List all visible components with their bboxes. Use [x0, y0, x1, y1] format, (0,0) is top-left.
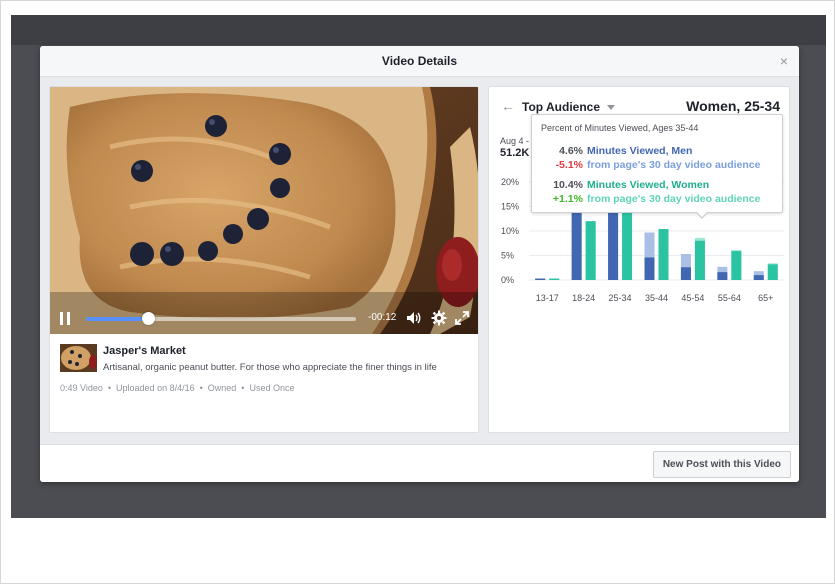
- x-tick-label: 13-17: [536, 293, 559, 303]
- pause-icon[interactable]: [60, 312, 72, 326]
- bar-women-65+: [767, 264, 778, 280]
- bar-men-45-54: [680, 267, 691, 280]
- video-details-modal: Video Details × -00:12 Jasper's Market A…: [40, 46, 799, 482]
- ownership-status: Owned: [207, 383, 237, 393]
- video-thumbnail[interactable]: [60, 344, 97, 372]
- men-percent: 4.6%: [559, 145, 583, 157]
- bar-men-55-64: [717, 272, 728, 280]
- men-diff: -5.1%: [555, 159, 583, 171]
- bar-women-55-64: [731, 251, 742, 280]
- x-tick-label: 35-44: [645, 293, 668, 303]
- bar-women-18-24: [585, 221, 596, 280]
- x-tick-label: 25-34: [609, 293, 632, 303]
- x-tick-label: 65+: [758, 293, 773, 303]
- video-duration: 0:49 Video: [60, 383, 103, 393]
- volume-icon[interactable]: [406, 310, 422, 326]
- chart-tooltip: Percent of Minutes Viewed, Ages 35-44 4.…: [531, 114, 783, 219]
- tooltip-men-row: 4.6% Minutes Viewed, Men: [541, 145, 692, 157]
- x-tick-label: 55-64: [718, 293, 741, 303]
- tooltip-pointer: [696, 212, 708, 219]
- audience-card: ← Top Audience Women, 25-34 Aug 4 - 51.2…: [488, 86, 790, 433]
- bar-women-45-54: [694, 240, 705, 280]
- men-diff-label: from page's 30 day video audience: [587, 159, 761, 171]
- modal-footer: New Post with this Video: [40, 444, 799, 482]
- video-scrub-handle[interactable]: [142, 312, 156, 325]
- tooltip-heading: Percent of Minutes Viewed, Ages 35-44: [541, 123, 699, 133]
- video-progress-bar[interactable]: [86, 312, 356, 325]
- page-name-link[interactable]: Jasper's Market: [103, 345, 186, 357]
- bar-men-65+: [753, 275, 764, 280]
- women-label: Minutes Viewed, Women: [587, 179, 710, 191]
- video-card: -00:12 Jasper's Market Artisanal, organi…: [49, 86, 479, 433]
- video-description: Artisanal, organic peanut butter. For th…: [103, 362, 437, 373]
- usage-count: Used Once: [249, 383, 295, 393]
- upload-date: Uploaded on 8/4/16: [116, 383, 195, 393]
- men-label: Minutes Viewed, Men: [587, 145, 693, 157]
- new-post-with-video-button[interactable]: New Post with this Video: [652, 451, 791, 478]
- blurred-top-bar: [11, 15, 826, 45]
- bar-women-13-17: [549, 278, 560, 280]
- video-frame-image: [50, 87, 478, 334]
- x-tick-label: 18-24: [572, 293, 595, 303]
- y-tick-label: 0%: [501, 275, 514, 285]
- tooltip-women-row: 10.4% Minutes Viewed, Women: [541, 179, 709, 191]
- gear-icon[interactable]: [431, 310, 447, 326]
- women-percent: 10.4%: [553, 179, 583, 191]
- screenshot-frame: Video Details × -00:12 Jasper's Market A…: [0, 0, 835, 584]
- x-tick-label: 45-54: [681, 293, 704, 303]
- close-icon[interactable]: ×: [777, 54, 791, 68]
- video-progress-fill: [86, 317, 149, 321]
- time-remaining: -00:12: [368, 312, 397, 323]
- fullscreen-icon[interactable]: [454, 310, 470, 326]
- y-tick-label: 10%: [501, 226, 519, 236]
- video-player[interactable]: -00:12: [50, 87, 478, 334]
- women-diff: +1.1%: [552, 193, 583, 205]
- bar-men-13-17: [535, 278, 546, 280]
- video-meta-row: 0:49 Video • Uploaded on 8/4/16 • Owned • Used…: [60, 383, 295, 393]
- tooltip-women-diff-row: +1.1% from page's 30 day video audience: [541, 193, 761, 205]
- tooltip-men-diff-row: -5.1% from page's 30 day video audience: [541, 159, 761, 171]
- modal-header: Video Details ×: [40, 46, 799, 77]
- bar-men-35-44: [644, 257, 655, 280]
- y-tick-label: 15%: [501, 202, 519, 212]
- modal-title: Video Details: [381, 54, 458, 68]
- y-tick-label: 5%: [501, 251, 514, 261]
- bar-women-35-44: [658, 229, 669, 280]
- y-tick-label: 20%: [501, 177, 519, 187]
- women-diff-label: from page's 30 day video audience: [587, 193, 761, 205]
- video-controls: -00:12: [50, 303, 478, 334]
